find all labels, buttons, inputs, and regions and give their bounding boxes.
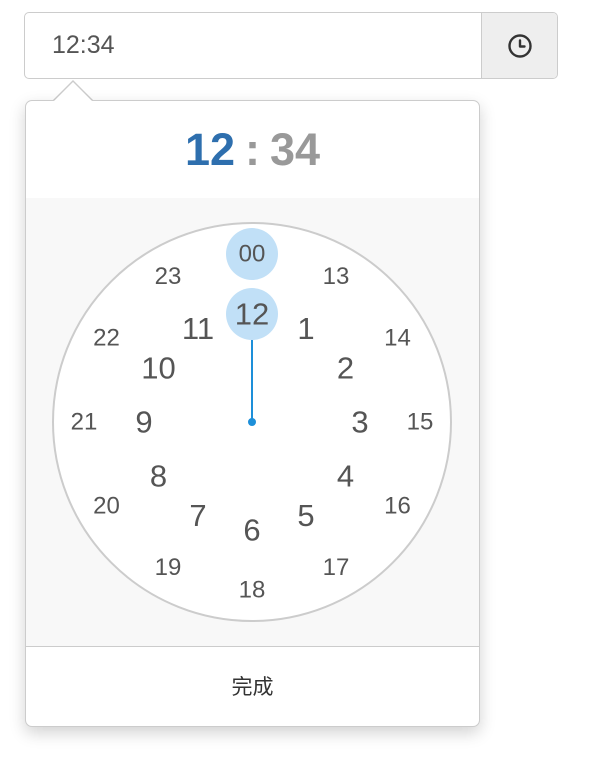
popover-arrow-inner	[53, 82, 93, 102]
hour-tick-00[interactable]: 00	[239, 241, 266, 268]
hour-tick-13[interactable]: 13	[323, 263, 350, 290]
hour-tick-8[interactable]: 8	[150, 459, 167, 494]
time-separator: :	[245, 123, 260, 175]
clock-icon	[507, 33, 532, 58]
hour-tick-11[interactable]: 11	[182, 311, 214, 346]
popover-title: 12 : 34	[26, 101, 479, 199]
hour-tick-18[interactable]: 18	[239, 577, 266, 604]
hour-tick-12[interactable]: 12	[235, 297, 269, 332]
hour-tick-9[interactable]: 9	[135, 405, 152, 440]
hour-tick-14[interactable]: 14	[384, 325, 411, 352]
time-input-group	[24, 12, 558, 79]
hour-tick-22[interactable]: 22	[93, 325, 120, 352]
hour-tick-20[interactable]: 20	[93, 493, 120, 520]
time-input[interactable]	[25, 13, 481, 78]
hour-tick-3[interactable]: 3	[351, 405, 368, 440]
hour-tick-10[interactable]: 10	[141, 351, 175, 386]
hour-tick-7[interactable]: 7	[189, 498, 206, 533]
done-button[interactable]: 完成	[202, 663, 304, 709]
hour-tick-4[interactable]: 4	[337, 459, 354, 494]
popover-footer: 完成	[26, 646, 479, 726]
hour-tick-15[interactable]: 15	[407, 409, 434, 436]
minutes-display[interactable]: 34	[270, 124, 320, 176]
hour-tick-17[interactable]: 17	[323, 554, 350, 581]
hour-tick-2[interactable]: 2	[337, 351, 354, 386]
hours-display[interactable]: 12	[185, 124, 235, 176]
clockpicker-popover: 12 : 34 00 13 14 15 16 17 18 19 20 21 22 23 12 1 2 3 4 5 6…	[25, 100, 480, 727]
clock-dial[interactable]: 00131415161718192021222312 1234567891011	[26, 198, 479, 646]
hour-tick-21[interactable]: 21	[71, 409, 98, 436]
clock-area: 00 13 14 15 16 17 18 19 20 21 22 23 12 1 2 3 4 5 6 7 8 9 10 11	[26, 198, 479, 647]
hour-tick-1[interactable]: 1	[297, 311, 314, 346]
clock-button[interactable]	[481, 13, 557, 78]
hour-tick-6[interactable]: 6	[243, 513, 260, 548]
hour-tick-5[interactable]: 5	[297, 498, 314, 533]
hour-tick-19[interactable]: 19	[155, 554, 182, 581]
hour-tick-16[interactable]: 16	[384, 493, 411, 520]
hour-tick-23[interactable]: 23	[155, 263, 182, 290]
clock-center-dot	[248, 418, 256, 426]
